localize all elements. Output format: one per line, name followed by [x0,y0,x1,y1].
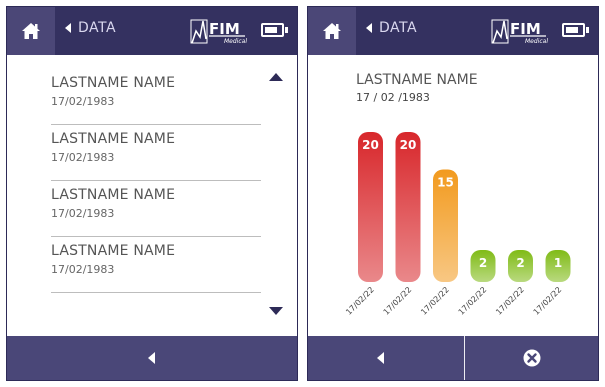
patient-list-item[interactable]: LASTNAME NAME 17/02/1983 [51,125,261,181]
patient-dob: 17 / 02 /1983 [356,91,430,104]
back-to-data-button[interactable]: DATA [65,20,116,36]
chevron-left-icon [148,352,155,364]
battery-tip [586,27,589,33]
patient-name: LASTNAME NAME [51,243,176,259]
scroll-up-icon[interactable] [269,73,283,81]
data-label: DATA [78,20,117,36]
close-circle-icon [523,349,540,367]
battery-icon [261,23,284,37]
patient-name: LASTNAME NAME [51,75,176,91]
x-tick-label: 17/02/22 [419,285,451,317]
patient-detail-screen: DATA FIM Medical LASTNAME NAME 17 / 02 /… [307,6,599,381]
patient-dob: 17/02/1983 [51,151,115,164]
footer-bar [308,336,598,380]
scroll-down-icon[interactable] [269,307,283,315]
back-to-data-button[interactable]: DATA [366,20,417,36]
patient-dob: 17/02/1983 [51,95,115,108]
patient-list-item[interactable]: LASTNAME NAME 17/02/1983 [51,181,261,237]
patient-dob: 17/02/1983 [51,207,115,220]
chevron-left-icon [376,352,384,364]
battery-tip [285,27,288,33]
home-button[interactable] [7,7,55,55]
patient-list-item[interactable]: LASTNAME NAME 17/02/1983 [51,237,261,293]
header-bar: DATA FIM Medical [7,7,297,55]
bar-value-label: 2 [516,256,524,270]
measurement-bar-chart: 20 17/02/22 20 17/02/22 15 17/02/22 2 17/02/22 2… [344,132,571,317]
logo-subtext: Medical [224,38,247,45]
logo-text: FIM [510,20,541,38]
logo-subtext: Medical [525,38,548,45]
caret-left-icon [366,23,372,33]
patient-name: LASTNAME NAME [51,187,176,203]
back-button[interactable] [308,336,453,380]
caret-left-icon [65,23,71,33]
header-bar: DATA FIM Medical [308,7,598,55]
fim-medical-logo: FIM Medical [491,19,548,45]
x-tick-label: 17/02/22 [457,285,489,317]
bar-value-label: 2 [479,256,487,270]
x-tick-label: 17/02/22 [494,285,526,317]
battery-icon [562,23,585,37]
bar-value-label: 20 [362,138,379,152]
patient-list: LASTNAME NAME 17/02/1983 LASTNAME NAME 1… [51,69,261,293]
chart-bar [358,132,383,282]
home-icon [22,23,40,39]
patient-dob: 17/02/1983 [51,263,115,276]
patient-list-item[interactable]: LASTNAME NAME 17/02/1983 [51,69,261,125]
home-icon [323,23,341,39]
back-button[interactable] [7,336,297,380]
home-button[interactable] [308,7,356,55]
bar-value-label: 15 [437,176,454,190]
x-tick-label: 17/02/22 [344,285,376,317]
chart-bar [395,132,421,282]
fim-medical-logo: FIM Medical [190,19,247,45]
close-button[interactable] [465,336,598,380]
data-label: DATA [379,20,418,36]
bar-value-label: 20 [400,138,417,152]
x-tick-label: 17/02/22 [532,285,564,317]
logo-text: FIM [209,20,240,38]
patient-name: LASTNAME NAME [356,72,478,88]
patient-list-screen: DATA FIM Medical LASTNAME NAME 17/02/198… [6,6,298,381]
bar-value-label: 1 [554,256,562,270]
patient-name: LASTNAME NAME [51,131,176,147]
x-tick-label: 17/02/22 [382,285,414,317]
